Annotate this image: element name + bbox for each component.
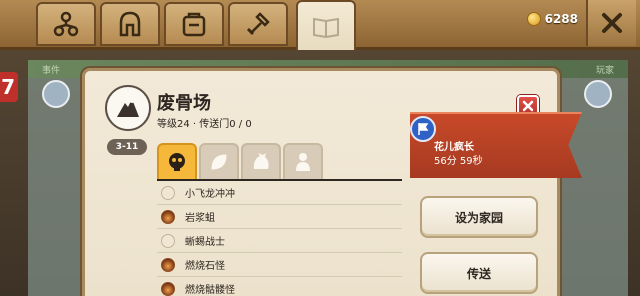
creature-name: 蜥蜴战士 — [185, 237, 225, 248]
coin-icon — [526, 12, 541, 26]
tools-icon[interactable] — [584, 80, 612, 108]
location-emblem-icon — [105, 85, 151, 131]
tab-map[interactable] — [296, 0, 356, 50]
creature-name: 燃烧骷髅怪 — [185, 285, 235, 296]
tab-monster[interactable] — [157, 143, 197, 179]
list-item[interactable]: 小飞龙冲冲 — [157, 181, 402, 205]
players-label: 玩家 — [595, 66, 614, 76]
creature-name: 燃烧石怪 — [185, 261, 225, 272]
skill-tree-icon — [53, 11, 79, 37]
tab-skilltree[interactable] — [36, 2, 96, 46]
tab-plant[interactable] — [199, 143, 239, 179]
events-label: 事件 — [42, 66, 61, 76]
fire-icon — [161, 209, 175, 224]
creature-name: 小飞龙冲冲 — [185, 189, 235, 200]
flag-icon[interactable] — [42, 80, 70, 108]
map-book-icon — [313, 17, 339, 39]
event-timer: 56分 59秒 — [434, 156, 483, 167]
close-icon — [522, 100, 534, 112]
skull-icon — [169, 153, 185, 171]
beast-icon — [253, 153, 269, 169]
tab-inventory[interactable] — [164, 2, 224, 46]
fire-icon — [161, 257, 175, 272]
category-tabs — [157, 143, 323, 179]
coin-balance: 6288 — [526, 12, 578, 26]
level-range-badge: 3-11 — [107, 139, 147, 155]
close-button[interactable] — [586, 0, 636, 46]
leaf-icon — [211, 154, 227, 170]
helmet-icon — [119, 11, 141, 37]
coin-count: 6288 — [544, 12, 578, 26]
notification-badge[interactable]: 7 — [0, 72, 18, 102]
list-item[interactable]: 燃烧石怪 — [157, 253, 402, 277]
event-title: 花儿疯长 — [434, 142, 474, 153]
fire-icon — [161, 281, 175, 296]
tab-crafting[interactable] — [228, 2, 288, 46]
creature-icon — [161, 233, 175, 248]
person-icon — [296, 153, 310, 171]
top-navigation: 6288 — [0, 0, 640, 50]
close-icon — [602, 13, 622, 33]
flag-icon — [410, 116, 436, 142]
location-title: 废骨场 — [157, 93, 211, 114]
creature-icon — [161, 185, 175, 200]
tab-beast[interactable] — [241, 143, 281, 179]
set-home-button[interactable]: 设为家园 — [420, 196, 538, 238]
location-subtitle: 等级24 · 传送门0 / 0 — [157, 119, 252, 130]
list-item[interactable]: 蜥蜴战士 — [157, 229, 402, 253]
backpack-icon — [182, 12, 206, 37]
tab-armory[interactable] — [100, 2, 160, 46]
teleport-button[interactable]: 传送 — [420, 252, 538, 294]
tab-human[interactable] — [283, 143, 323, 179]
list-item[interactable]: 燃烧骷髅怪 — [157, 277, 402, 296]
list-item[interactable]: 岩浆蛆 — [157, 205, 402, 229]
creature-name: 岩浆蛆 — [185, 213, 215, 224]
hammer-icon — [246, 12, 270, 36]
creature-list: 小飞龙冲冲 岩浆蛆 蜥蜴战士 燃烧石怪 燃烧骷髅怪 — [157, 181, 402, 296]
event-ribbon[interactable]: 花儿疯长 56分 59秒 — [410, 112, 582, 178]
